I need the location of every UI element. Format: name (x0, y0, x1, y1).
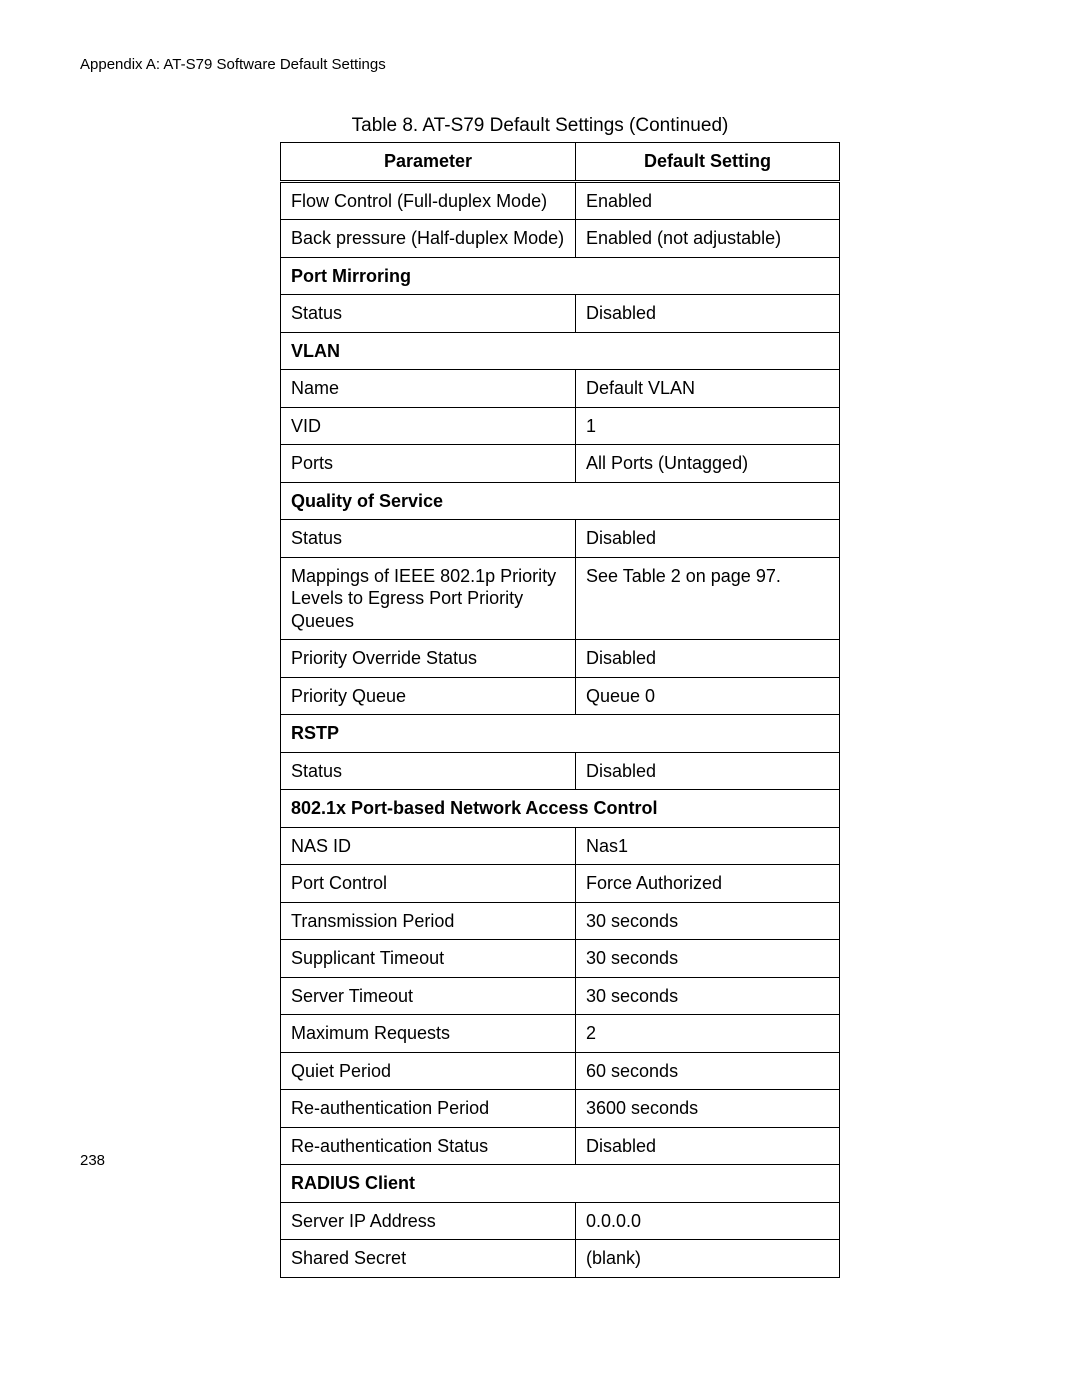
value-cell: (blank) (576, 1240, 840, 1278)
value-cell: Force Authorized (576, 865, 840, 903)
table-row: Port Mirroring (281, 257, 840, 295)
value-cell: Enabled (576, 181, 840, 220)
parameter-cell: VID (281, 407, 576, 445)
table-row: Shared Secret(blank) (281, 1240, 840, 1278)
table-row: Re-authentication Period3600 seconds (281, 1090, 840, 1128)
table-row: Re-authentication StatusDisabled (281, 1127, 840, 1165)
value-cell: 3600 seconds (576, 1090, 840, 1128)
section-header-cell: RSTP (281, 715, 840, 753)
section-header-cell: Quality of Service (281, 482, 840, 520)
parameter-cell: Priority Queue (281, 677, 576, 715)
parameter-cell: Ports (281, 445, 576, 483)
value-cell: 30 seconds (576, 940, 840, 978)
value-cell: All Ports (Untagged) (576, 445, 840, 483)
table-row: NameDefault VLAN (281, 370, 840, 408)
parameter-cell: Maximum Requests (281, 1015, 576, 1053)
table-caption: Table 8. AT-S79 Default Settings (Contin… (0, 115, 1080, 137)
table-row: Transmission Period30 seconds (281, 902, 840, 940)
appendix-header: Appendix A: AT-S79 Software Default Sett… (80, 56, 386, 73)
table-row: StatusDisabled (281, 295, 840, 333)
value-cell: Enabled (not adjustable) (576, 220, 840, 258)
table-row: Server IP Address0.0.0.0 (281, 1202, 840, 1240)
parameter-cell: Re-authentication Period (281, 1090, 576, 1128)
table-row: Mappings of IEEE 802.1p Priority Levels … (281, 557, 840, 640)
page-number: 238 (80, 1152, 105, 1169)
value-cell: Nas1 (576, 827, 840, 865)
value-cell: 30 seconds (576, 902, 840, 940)
value-cell: Disabled (576, 520, 840, 558)
value-cell: Queue 0 (576, 677, 840, 715)
table-row: Port ControlForce Authorized (281, 865, 840, 903)
parameter-cell: Mappings of IEEE 802.1p Priority Levels … (281, 557, 576, 640)
parameter-cell: Shared Secret (281, 1240, 576, 1278)
table-row: StatusDisabled (281, 752, 840, 790)
parameter-cell: Flow Control (Full-duplex Mode) (281, 181, 576, 220)
parameter-cell: Name (281, 370, 576, 408)
parameter-cell: Status (281, 295, 576, 333)
table-row: Maximum Requests2 (281, 1015, 840, 1053)
value-cell: Default VLAN (576, 370, 840, 408)
parameter-cell: Status (281, 752, 576, 790)
parameter-cell: Status (281, 520, 576, 558)
table-row: VLAN (281, 332, 840, 370)
value-cell: 0.0.0.0 (576, 1202, 840, 1240)
table-row: RADIUS Client (281, 1165, 840, 1203)
parameter-cell: Transmission Period (281, 902, 576, 940)
parameter-cell: Server Timeout (281, 977, 576, 1015)
table-row: Priority Override StatusDisabled (281, 640, 840, 678)
table-header-row: Parameter Default Setting (281, 143, 840, 182)
table-body: Flow Control (Full-duplex Mode)EnabledBa… (281, 181, 840, 1277)
table-row: Quality of Service (281, 482, 840, 520)
parameter-cell: NAS ID (281, 827, 576, 865)
value-cell: Disabled (576, 295, 840, 333)
default-settings-table: Parameter Default Setting Flow Control (… (280, 142, 840, 1278)
value-cell: Disabled (576, 640, 840, 678)
parameter-cell: Re-authentication Status (281, 1127, 576, 1165)
value-cell: 30 seconds (576, 977, 840, 1015)
parameter-cell: Port Control (281, 865, 576, 903)
table-row: Priority QueueQueue 0 (281, 677, 840, 715)
table-row: Back pressure (Half-duplex Mode)Enabled … (281, 220, 840, 258)
value-cell: 1 (576, 407, 840, 445)
value-cell: 2 (576, 1015, 840, 1053)
table-row: StatusDisabled (281, 520, 840, 558)
value-cell: 60 seconds (576, 1052, 840, 1090)
value-cell: See Table 2 on page 97. (576, 557, 840, 640)
table-row: NAS IDNas1 (281, 827, 840, 865)
parameter-cell: Back pressure (Half-duplex Mode) (281, 220, 576, 258)
table-row: RSTP (281, 715, 840, 753)
value-cell: Disabled (576, 752, 840, 790)
parameter-cell: Supplicant Timeout (281, 940, 576, 978)
parameter-cell: Quiet Period (281, 1052, 576, 1090)
parameter-cell: Priority Override Status (281, 640, 576, 678)
parameter-cell: Server IP Address (281, 1202, 576, 1240)
table-row: 802.1x Port-based Network Access Control (281, 790, 840, 828)
section-header-cell: VLAN (281, 332, 840, 370)
table-row: VID1 (281, 407, 840, 445)
section-header-cell: Port Mirroring (281, 257, 840, 295)
default-setting-header: Default Setting (576, 143, 840, 182)
table-row: Quiet Period60 seconds (281, 1052, 840, 1090)
table-row: Server Timeout30 seconds (281, 977, 840, 1015)
table-row: Flow Control (Full-duplex Mode)Enabled (281, 181, 840, 220)
parameter-header: Parameter (281, 143, 576, 182)
section-header-cell: 802.1x Port-based Network Access Control (281, 790, 840, 828)
table-row: Supplicant Timeout30 seconds (281, 940, 840, 978)
table-row: PortsAll Ports (Untagged) (281, 445, 840, 483)
section-header-cell: RADIUS Client (281, 1165, 840, 1203)
value-cell: Disabled (576, 1127, 840, 1165)
